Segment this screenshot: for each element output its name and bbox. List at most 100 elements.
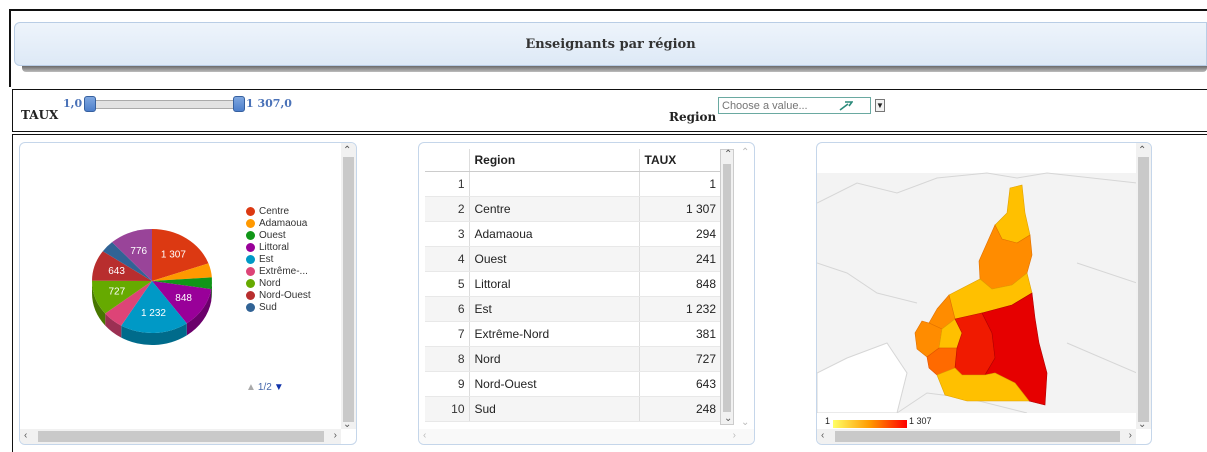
legend-item[interactable]: Adamaoua [246,217,307,229]
legend-swatch [246,218,255,228]
row-index: 8 [425,346,469,372]
legend-item[interactable]: Sud [246,301,277,313]
table-horizontal-scrollbar[interactable]: ‹ › [419,429,754,444]
pie-panel-vertical-scrollbar[interactable]: ⌃ ⌄ [341,143,356,431]
row-taux: 381 [638,321,722,347]
legend-swatch [246,290,255,300]
title-shadow [22,66,1207,72]
row-index: 5 [425,271,469,297]
pie-slice-label: 1 232 [141,308,166,319]
table-row[interactable]: 2 Centre 1 307 [425,196,722,222]
row-index: 7 [425,321,469,347]
table-row[interactable]: 3 Adamaoua 294 [425,221,722,247]
map-scroll-right-icon[interactable]: › [1129,430,1132,442]
legend-pager: ▲ 1/2 ▼ [246,382,284,393]
pie-slice-label: 643 [108,266,125,277]
cameroon-choropleth-map[interactable] [817,143,1137,413]
row-taux: 643 [638,371,722,397]
map-panel-vertical-scrollbar[interactable]: ⌃ ⌄ [1136,143,1151,431]
row-taux: 848 [638,271,722,297]
slider-min-handle[interactable] [84,96,96,112]
legend-label: Est [259,253,274,265]
taux-filter-label: TAUX [21,108,59,122]
pie-slice-label: 848 [175,293,192,304]
table-vertical-scrollbar[interactable] [720,149,734,425]
legend-swatch [246,206,255,216]
pie-slice-label: 776 [130,246,147,257]
pager-next-icon[interactable]: ▼ [274,382,284,393]
legend-label: Adamaoua [259,217,308,229]
legend-item[interactable]: Ouest [246,229,286,241]
table-row[interactable]: 10 Sud 248 [425,396,722,422]
legend-item[interactable]: Extrême-... [246,265,308,277]
scroll-left-icon[interactable]: ‹ [24,430,27,442]
row-taux: 1 307 [638,196,722,222]
scroll-right-icon[interactable]: › [334,430,337,442]
map-panel: 1 1 307 ⌃ ⌄ ‹ › [816,142,1152,445]
region-filter-label: Region [669,110,717,124]
table-panel: Region TAUX 1 1 2 Centre 1 307 3 Adamaoua 294 4 O… [418,142,755,445]
table-row[interactable]: 6 Est 1 232 [425,296,722,322]
row-region: Sud [468,396,639,422]
row-region: Nord [468,346,639,372]
index-header [425,149,469,172]
dashboard-title-bar: Enseignants par région [14,22,1207,66]
clear-selection-icon[interactable] [837,98,855,113]
slider-max-handle[interactable] [233,96,245,112]
row-region: Ouest [468,246,639,272]
slider-max-value: 1 307,0 [246,97,292,110]
legend-label: Ouest [259,229,286,241]
row-index: 9 [425,371,469,397]
legend-item[interactable]: Littoral [246,241,289,253]
legend-item[interactable]: Nord [246,277,281,289]
pager-text: 1/2 [257,382,272,393]
table-row[interactable]: 11 [425,171,722,197]
scroll-up-icon[interactable]: ⌃ [343,145,351,157]
table-row[interactable]: 8 Nord 727 [425,346,722,372]
table-outer-scroll-down-icon[interactable]: ⌄ [741,417,749,429]
row-index: 3 [425,221,469,247]
taux-column-header[interactable]: TAUX [638,149,722,172]
table-scroll-right-icon[interactable]: › [733,430,736,442]
table-row[interactable]: 9 Nord-Ouest 643 [425,371,722,397]
page-title: Enseignants par région [525,36,696,52]
table-outer-scroll-up-icon[interactable]: ⌃ [741,147,749,159]
taux-range-slider[interactable] [89,100,239,109]
row-index: 6 [425,296,469,322]
pie-panel-horizontal-scrollbar[interactable]: ‹ › [20,429,341,444]
legend-item[interactable]: Est [246,253,273,265]
legend-swatch [246,266,255,276]
table-scroll-down-icon[interactable]: ⌄ [724,413,732,425]
legend-swatch [246,242,255,252]
legend-label: Nord-Ouest [259,289,311,301]
row-region: Centre [468,196,639,222]
legend-item[interactable]: Centre [246,205,289,217]
legend-swatch [246,302,255,312]
map-panel-horizontal-scrollbar[interactable]: ‹ › [817,429,1136,444]
chevron-down-icon[interactable]: ▼ [875,99,885,112]
row-index: 4 [425,246,469,272]
row-taux: 241 [638,246,722,272]
region-input[interactable] [719,99,837,112]
region-column-header[interactable]: Region [468,149,639,172]
table-row[interactable]: 4 Ouest 241 [425,246,722,272]
pager-prev-icon[interactable]: ▲ [246,382,256,393]
map-scroll-down-icon[interactable]: ⌄ [1138,419,1146,431]
pie-slice-label: 727 [109,287,126,298]
region-select[interactable]: ▼ [718,97,885,114]
map-legend-min: 1 [825,416,831,426]
legend-label: Extrême-... [259,265,308,277]
map-scroll-up-icon[interactable]: ⌃ [1138,145,1146,157]
table-header-row: Region TAUX [425,149,722,172]
row-taux: 1 232 [638,296,722,322]
legend-item[interactable]: Nord-Ouest [246,289,311,301]
map-scroll-left-icon[interactable]: ‹ [821,430,824,442]
scroll-down-icon[interactable]: ⌄ [343,419,351,431]
legend-swatch [246,278,255,288]
table-scroll-up-icon[interactable]: ⌃ [724,149,732,161]
filter-row: TAUX 1,0 1 307,0 Region ▼ [12,89,1207,132]
table-scroll-left-icon[interactable]: ‹ [423,430,426,442]
table-row[interactable]: 5 Littoral 848 [425,271,722,297]
table-row[interactable]: 7 Extrême-Nord 381 [425,321,722,347]
row-region: Extrême-Nord [468,321,639,347]
